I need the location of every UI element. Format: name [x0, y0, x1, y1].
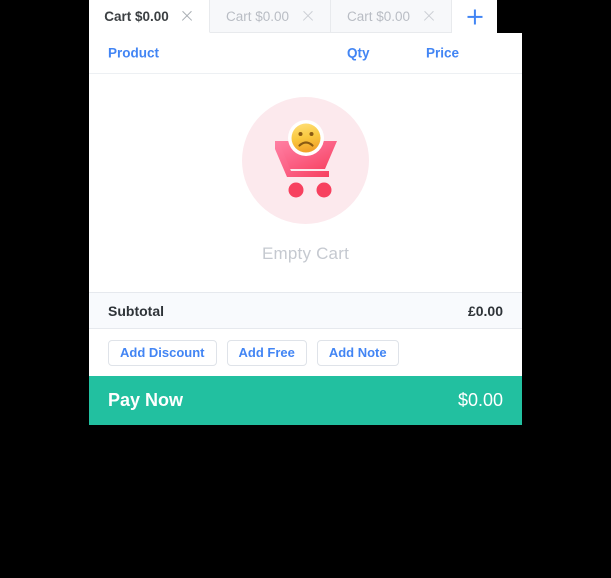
add-cart-tab-button[interactable] [452, 0, 497, 33]
column-header-price[interactable]: Price [426, 46, 459, 61]
pay-now-label: Pay Now [108, 390, 184, 410]
subtotal-row: Subtotal £0.00 [89, 292, 522, 329]
cart-items-area: Empty Cart [89, 74, 522, 292]
cart-tab-bar: Cart $0.00 Cart $0.00 Cart $0.00 [89, 0, 497, 33]
cart-tab-1[interactable]: Cart $0.00 [89, 0, 210, 33]
close-icon[interactable] [181, 10, 194, 23]
cart-column-header: Product Qty Price [89, 33, 522, 74]
cart-actions-row: Add Discount Add Free Add Note [89, 329, 522, 376]
add-discount-button[interactable]: Add Discount [108, 339, 217, 366]
cart-panel: Product Qty Price Empty Cart Subtotal £0… [89, 33, 522, 425]
add-free-button[interactable]: Add Free [226, 339, 307, 366]
empty-cart-graphic [274, 120, 337, 198]
close-icon[interactable] [422, 10, 435, 23]
cart-tab-3[interactable]: Cart $0.00 [331, 0, 452, 33]
empty-cart-label: Empty Cart [261, 243, 350, 263]
cart-tab-2-label: Cart $0.00 [225, 8, 290, 24]
close-icon[interactable] [301, 10, 314, 23]
add-note-button[interactable]: Add Note [316, 339, 399, 366]
subtotal-label: Subtotal [108, 302, 164, 319]
cart-tab-2[interactable]: Cart $0.00 [210, 0, 331, 33]
pay-now-button[interactable]: Pay Now $0.00 [89, 376, 522, 425]
subtotal-amount: £0.00 [467, 302, 503, 319]
column-header-qty[interactable]: Qty [347, 46, 370, 61]
cart-tab-1-label: Cart $0.00 [104, 8, 169, 24]
column-header-product[interactable]: Product [108, 46, 159, 61]
empty-cart-icon [242, 96, 369, 224]
screen-root: Cart $0.00 Cart $0.00 Cart $0.00 Product… [0, 0, 611, 578]
cart-tab-3-label: Cart $0.00 [346, 8, 411, 24]
plus-icon [467, 9, 482, 24]
sad-face-icon [291, 123, 320, 153]
pay-now-amount: $0.00 [457, 390, 503, 410]
